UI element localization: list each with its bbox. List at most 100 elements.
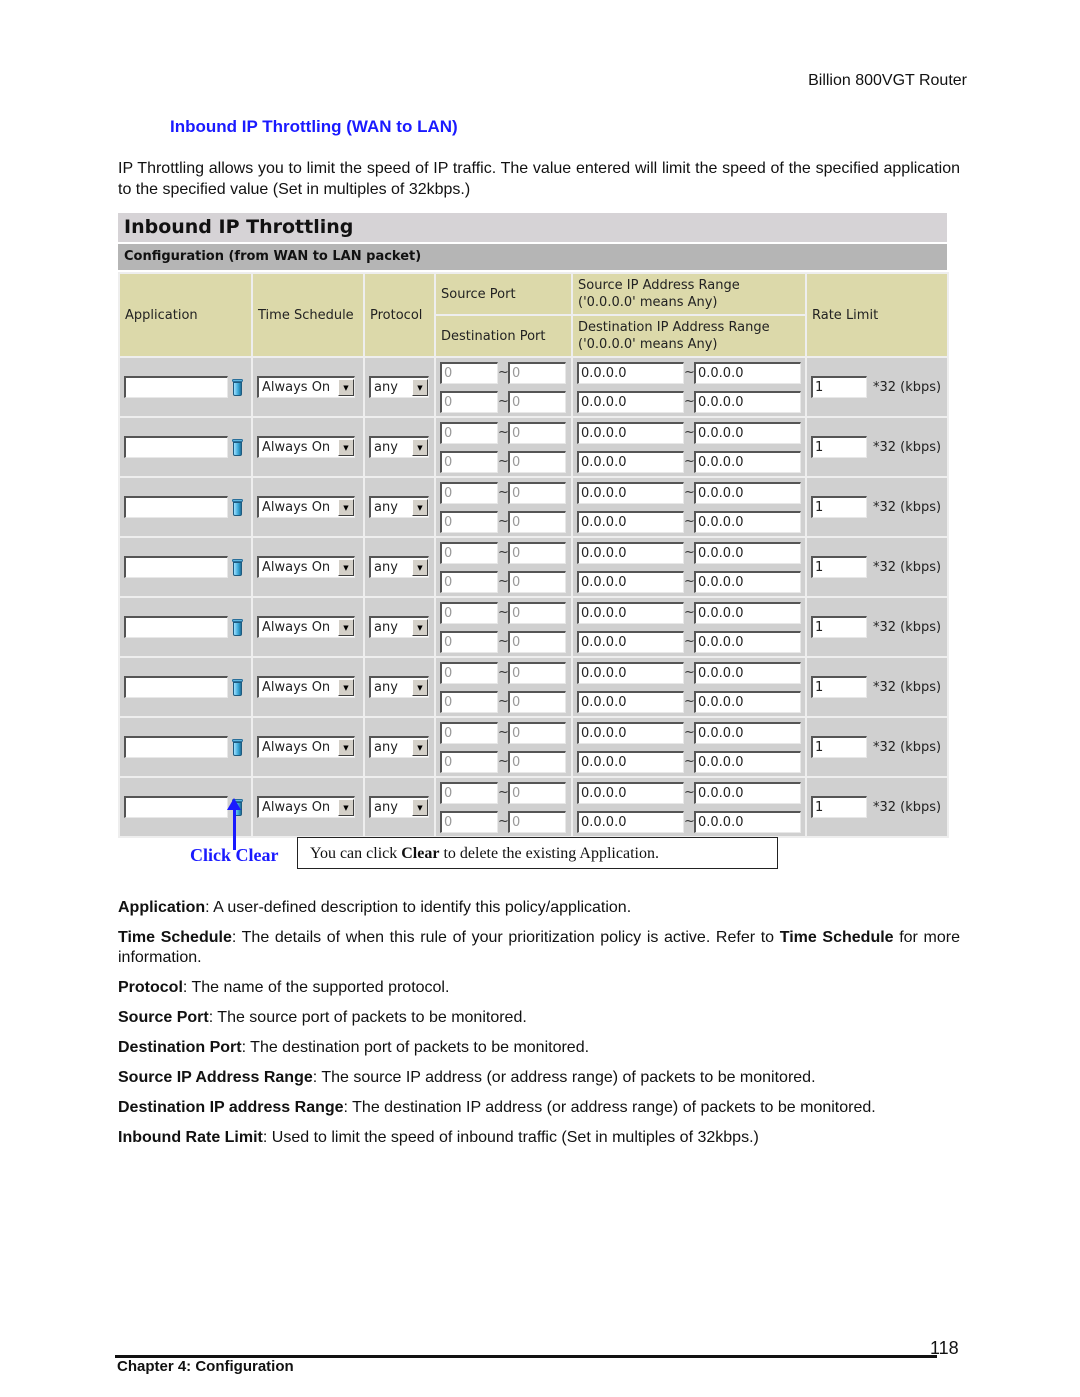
destination-ip-from-input[interactable]: 0.0.0.0 [577, 510, 684, 533]
source-port-to-input[interactable]: 0 [508, 541, 566, 564]
trash-clear-icon[interactable] [232, 438, 243, 456]
destination-port-to-input[interactable]: 0 [508, 690, 566, 713]
destination-ip-to-input[interactable]: 0.0.0.0 [694, 810, 801, 833]
rate-limit-input[interactable]: 1 [811, 496, 867, 518]
destination-ip-from-input[interactable]: 0.0.0.0 [577, 690, 684, 713]
source-port-from-input[interactable]: 0 [440, 421, 498, 444]
destination-port-from-input[interactable]: 0 [440, 810, 498, 833]
source-ip-from-input[interactable]: 0.0.0.0 [577, 781, 684, 804]
protocol-select[interactable]: any ▼ [369, 496, 429, 518]
source-port-to-input[interactable]: 0 [508, 781, 566, 804]
destination-ip-from-input[interactable]: 0.0.0.0 [577, 450, 684, 473]
destination-port-from-input[interactable]: 0 [440, 630, 498, 653]
destination-ip-from-input[interactable]: 0.0.0.0 [577, 630, 684, 653]
destination-ip-to-input[interactable]: 0.0.0.0 [694, 390, 801, 413]
source-ip-from-input[interactable]: 0.0.0.0 [577, 601, 684, 624]
trash-clear-icon[interactable] [232, 678, 243, 696]
rate-limit-input[interactable]: 1 [811, 556, 867, 578]
destination-ip-to-input[interactable]: 0.0.0.0 [694, 690, 801, 713]
source-port-to-input[interactable]: 0 [508, 661, 566, 684]
source-ip-to-input[interactable]: 0.0.0.0 [694, 781, 801, 804]
application-input[interactable] [124, 376, 228, 398]
source-port-from-input[interactable]: 0 [440, 481, 498, 504]
dropdown-arrow-icon[interactable]: ▼ [338, 739, 354, 756]
dropdown-arrow-icon[interactable]: ▼ [338, 679, 354, 696]
destination-port-from-input[interactable]: 0 [440, 570, 498, 593]
rate-limit-input[interactable]: 1 [811, 376, 867, 398]
dropdown-arrow-icon[interactable]: ▼ [338, 559, 354, 576]
destination-port-from-input[interactable]: 0 [440, 510, 498, 533]
application-input[interactable] [124, 676, 228, 698]
dropdown-arrow-icon[interactable]: ▼ [412, 739, 428, 756]
destination-port-to-input[interactable]: 0 [508, 570, 566, 593]
source-port-from-input[interactable]: 0 [440, 601, 498, 624]
destination-ip-from-input[interactable]: 0.0.0.0 [577, 810, 684, 833]
source-ip-from-input[interactable]: 0.0.0.0 [577, 421, 684, 444]
trash-clear-icon[interactable] [232, 618, 243, 636]
destination-port-from-input[interactable]: 0 [440, 450, 498, 473]
time-schedule-select[interactable]: Always On ▼ [257, 676, 355, 698]
rate-limit-input[interactable]: 1 [811, 796, 867, 818]
destination-port-to-input[interactable]: 0 [508, 630, 566, 653]
dropdown-arrow-icon[interactable]: ▼ [338, 619, 354, 636]
destination-port-to-input[interactable]: 0 [508, 450, 566, 473]
trash-clear-icon[interactable] [232, 378, 243, 396]
source-ip-from-input[interactable]: 0.0.0.0 [577, 541, 684, 564]
time-schedule-select[interactable]: Always On ▼ [257, 616, 355, 638]
source-port-from-input[interactable]: 0 [440, 361, 498, 384]
dropdown-arrow-icon[interactable]: ▼ [412, 379, 428, 396]
protocol-select[interactable]: any ▼ [369, 376, 429, 398]
source-ip-from-input[interactable]: 0.0.0.0 [577, 481, 684, 504]
source-ip-to-input[interactable]: 0.0.0.0 [694, 541, 801, 564]
time-schedule-select[interactable]: Always On ▼ [257, 436, 355, 458]
source-ip-to-input[interactable]: 0.0.0.0 [694, 421, 801, 444]
rate-limit-input[interactable]: 1 [811, 736, 867, 758]
protocol-select[interactable]: any ▼ [369, 556, 429, 578]
source-port-to-input[interactable]: 0 [508, 481, 566, 504]
source-port-to-input[interactable]: 0 [508, 421, 566, 444]
dropdown-arrow-icon[interactable]: ▼ [412, 619, 428, 636]
source-port-to-input[interactable]: 0 [508, 721, 566, 744]
source-port-to-input[interactable]: 0 [508, 601, 566, 624]
source-ip-to-input[interactable]: 0.0.0.0 [694, 661, 801, 684]
protocol-select[interactable]: any ▼ [369, 796, 429, 818]
time-schedule-select[interactable]: Always On ▼ [257, 556, 355, 578]
dropdown-arrow-icon[interactable]: ▼ [412, 439, 428, 456]
protocol-select[interactable]: any ▼ [369, 736, 429, 758]
dropdown-arrow-icon[interactable]: ▼ [338, 799, 354, 816]
destination-ip-to-input[interactable]: 0.0.0.0 [694, 510, 801, 533]
dropdown-arrow-icon[interactable]: ▼ [412, 799, 428, 816]
source-ip-from-input[interactable]: 0.0.0.0 [577, 661, 684, 684]
application-input[interactable] [124, 736, 228, 758]
protocol-select[interactable]: any ▼ [369, 436, 429, 458]
source-ip-from-input[interactable]: 0.0.0.0 [577, 721, 684, 744]
destination-ip-to-input[interactable]: 0.0.0.0 [694, 450, 801, 473]
time-schedule-select[interactable]: Always On ▼ [257, 496, 355, 518]
dropdown-arrow-icon[interactable]: ▼ [338, 499, 354, 516]
time-schedule-select[interactable]: Always On ▼ [257, 376, 355, 398]
source-port-from-input[interactable]: 0 [440, 721, 498, 744]
protocol-select[interactable]: any ▼ [369, 616, 429, 638]
time-schedule-select[interactable]: Always On ▼ [257, 736, 355, 758]
application-input[interactable] [124, 496, 228, 518]
source-port-to-input[interactable]: 0 [508, 361, 566, 384]
destination-ip-to-input[interactable]: 0.0.0.0 [694, 570, 801, 593]
rate-limit-input[interactable]: 1 [811, 676, 867, 698]
dropdown-arrow-icon[interactable]: ▼ [338, 379, 354, 396]
dropdown-arrow-icon[interactable]: ▼ [412, 499, 428, 516]
dropdown-arrow-icon[interactable]: ▼ [412, 559, 428, 576]
source-ip-to-input[interactable]: 0.0.0.0 [694, 481, 801, 504]
destination-ip-from-input[interactable]: 0.0.0.0 [577, 570, 684, 593]
protocol-select[interactable]: any ▼ [369, 676, 429, 698]
source-ip-to-input[interactable]: 0.0.0.0 [694, 361, 801, 384]
application-input[interactable] [124, 796, 228, 818]
source-ip-to-input[interactable]: 0.0.0.0 [694, 601, 801, 624]
source-port-from-input[interactable]: 0 [440, 541, 498, 564]
destination-port-to-input[interactable]: 0 [508, 510, 566, 533]
application-input[interactable] [124, 436, 228, 458]
trash-clear-icon[interactable] [232, 738, 243, 756]
trash-clear-icon[interactable] [232, 558, 243, 576]
destination-port-to-input[interactable]: 0 [508, 750, 566, 773]
destination-port-from-input[interactable]: 0 [440, 750, 498, 773]
rate-limit-input[interactable]: 1 [811, 436, 867, 458]
